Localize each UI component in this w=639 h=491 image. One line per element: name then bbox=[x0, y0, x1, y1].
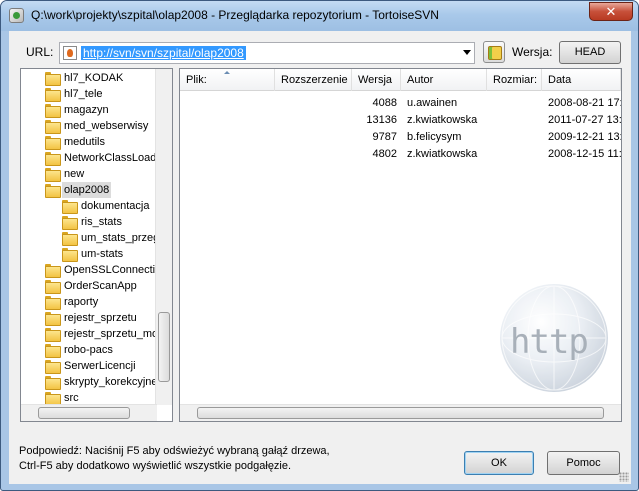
folder-icon bbox=[45, 312, 61, 326]
cell-author: z.kwiatkowska bbox=[407, 148, 478, 160]
tree-item-label: OrderScanApp bbox=[64, 280, 137, 292]
hint-text: Podpowiedź: Naciśnij F5 aby odświeżyć wy… bbox=[19, 444, 330, 474]
folder-icon bbox=[62, 232, 78, 246]
file-list-header: Plik: Rozszerzenie Wersja Autor Rozmiar:… bbox=[180, 69, 621, 91]
folder-icon bbox=[45, 344, 61, 358]
column-header-size[interactable]: Rozmiar: bbox=[487, 69, 542, 91]
tree-item-label: ris_stats bbox=[81, 216, 122, 228]
list-item[interactable]: dokumentacja4088u.awainen2008-08-21 17: bbox=[180, 95, 621, 112]
list-item[interactable]: um_stats_p...9787b.felicysym2009-12-21 1… bbox=[180, 129, 621, 146]
window-title: Q:\work\projekty\szpital\olap2008 - Prze… bbox=[31, 8, 439, 22]
tree-item-label: olap2008 bbox=[62, 182, 112, 198]
folder-icon bbox=[62, 216, 78, 230]
hint-line-2: Ctrl-F5 aby dodatkowo wyświetlić wszystk… bbox=[19, 460, 292, 472]
http-watermark-text: http bbox=[510, 322, 589, 362]
url-combobox[interactable]: http://svn/svn/szpital/olap2008 bbox=[59, 42, 475, 64]
tree-vertical-scroll-thumb[interactable] bbox=[158, 312, 170, 382]
tree-horizontal-scroll-thumb[interactable] bbox=[38, 407, 130, 419]
folder-icon bbox=[45, 136, 61, 150]
folder-icon bbox=[45, 392, 61, 406]
folder-icon bbox=[45, 104, 61, 118]
folder-icon bbox=[45, 168, 61, 182]
folder-icon bbox=[45, 280, 61, 294]
column-header-author[interactable]: Autor bbox=[401, 69, 487, 91]
resize-grip-icon[interactable] bbox=[619, 472, 629, 482]
folder-icon bbox=[45, 120, 61, 134]
sort-ascending-icon bbox=[224, 71, 230, 74]
url-input-value[interactable]: http://svn/svn/szpital/olap2008 bbox=[81, 46, 246, 60]
folder-icon bbox=[62, 200, 78, 214]
column-header-date[interactable]: Data bbox=[542, 69, 621, 91]
column-header-revision[interactable]: Wersja bbox=[352, 69, 401, 91]
folder-icon bbox=[45, 72, 61, 86]
tree-item-label: OpenSSLConnection bbox=[64, 264, 168, 276]
folder-icon bbox=[45, 88, 61, 102]
tree-item-label: skrypty_korekcyjne bbox=[64, 376, 158, 388]
tree-item-label: SerwerLicencji bbox=[64, 360, 136, 372]
file-list[interactable]: Plik: Rozszerzenie Wersja Autor Rozmiar:… bbox=[179, 68, 622, 422]
folder-icon bbox=[45, 360, 61, 374]
folder-icon bbox=[62, 248, 78, 262]
folder-icon bbox=[45, 184, 61, 198]
url-label: URL: bbox=[26, 45, 54, 59]
cell-author: b.felicysym bbox=[407, 131, 462, 143]
repo-browser-window: Q:\work\projekty\szpital\olap2008 - Prze… bbox=[0, 0, 639, 491]
tree-item-label: robo-pacs bbox=[64, 344, 113, 356]
folder-icon bbox=[45, 296, 61, 310]
folder-icon bbox=[45, 152, 61, 166]
revision-picker-button[interactable] bbox=[483, 41, 505, 63]
tree-item-label: NetworkClassLoader bbox=[64, 152, 167, 164]
tree-item-label: medutils bbox=[64, 136, 105, 148]
title-bar[interactable]: Q:\work\projekty\szpital\olap2008 - Prze… bbox=[1, 1, 638, 31]
list-horizontal-scrollbar[interactable] bbox=[180, 404, 621, 421]
help-button[interactable]: Pomoc bbox=[547, 451, 620, 475]
tortoisesvn-app-icon bbox=[9, 8, 24, 23]
tree-item-label: hl7_tele bbox=[64, 88, 103, 100]
cell-date: 2008-12-15 11: bbox=[548, 148, 621, 160]
cell-date: 2011-07-27 13: bbox=[548, 114, 621, 126]
hint-line-1: Podpowiedź: Naciśnij F5 aby odświeżyć wy… bbox=[19, 445, 330, 457]
tree-item-label: magazyn bbox=[64, 104, 109, 116]
cell-revision: 13136 bbox=[366, 114, 397, 126]
column-header-extension[interactable]: Rozszerzenie bbox=[275, 69, 352, 91]
ok-button[interactable]: OK bbox=[464, 451, 534, 475]
tree-vertical-scrollbar[interactable] bbox=[155, 69, 172, 405]
folder-icon bbox=[45, 328, 61, 342]
folder-icon bbox=[45, 376, 61, 390]
column-header-file-label: Plik: bbox=[186, 74, 207, 86]
cell-date: 2009-12-21 13: bbox=[548, 131, 621, 143]
tree-item-label: dokumentacja bbox=[81, 200, 150, 212]
http-watermark-globe: http bbox=[500, 284, 608, 392]
cell-author: z.kwiatkowska bbox=[407, 114, 478, 126]
tree-item-label: med_webserwisy bbox=[64, 120, 149, 132]
list-item[interactable]: um-stats4802z.kwiatkowska2008-12-15 11: bbox=[180, 146, 621, 163]
dialog-client-area: URL: http://svn/svn/szpital/olap2008 Wer… bbox=[9, 31, 631, 484]
tree-item-label: um-stats bbox=[81, 248, 124, 260]
list-horizontal-scroll-thumb[interactable] bbox=[197, 407, 604, 419]
column-header-file[interactable]: Plik: bbox=[180, 69, 275, 91]
folder-icon bbox=[45, 264, 61, 278]
close-button[interactable]: ✕ bbox=[589, 2, 633, 21]
list-item[interactable]: ris_stats13136z.kwiatkowska2011-07-27 13… bbox=[180, 112, 621, 129]
tree-horizontal-scrollbar[interactable] bbox=[21, 404, 157, 421]
head-revision-button[interactable]: HEAD bbox=[559, 41, 621, 64]
url-page-icon bbox=[63, 46, 77, 60]
tree-item-label: hl7_KODAK bbox=[64, 72, 124, 84]
tree-item-label: new bbox=[64, 168, 85, 180]
tree-item-label: rejestr_sprzetu bbox=[64, 312, 137, 324]
repository-tree[interactable]: hl7_KODAK hl7_telemagazyn med_webserwisyme… bbox=[20, 68, 173, 422]
chevron-down-icon[interactable] bbox=[463, 50, 471, 55]
cell-author: u.awainen bbox=[407, 97, 458, 109]
cell-revision: 4088 bbox=[372, 97, 397, 109]
cell-date: 2008-08-21 17: bbox=[548, 97, 621, 109]
revision-label: Wersja: bbox=[512, 45, 553, 59]
cell-revision: 9787 bbox=[372, 131, 397, 143]
cell-revision: 4802 bbox=[372, 148, 397, 160]
tree-item-label: raporty bbox=[64, 296, 99, 308]
